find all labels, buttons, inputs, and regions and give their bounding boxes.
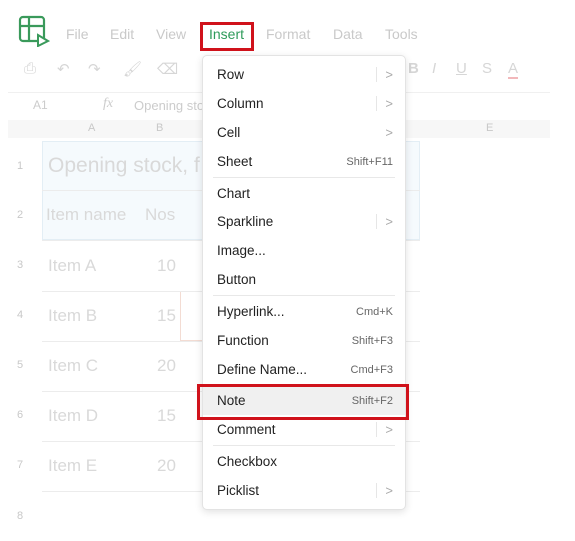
menu-item-label: Cell (217, 125, 241, 140)
menu-item-label: Define Name... (217, 362, 308, 377)
fx-icon: fx (103, 96, 114, 111)
menu-item-label: Picklist (217, 483, 260, 498)
chevron-right-icon: > (376, 483, 393, 498)
menu-item-function[interactable]: Function Shift+F3 (203, 326, 405, 355)
menu-item-label: Checkbox (217, 454, 278, 469)
menu-item-shortcut: Cmd+K (356, 305, 393, 318)
insert-menu: Row > Column > Cell > Sheet Shift+F11 Chart … (202, 55, 406, 510)
redo-icon[interactable]: ↷ (88, 60, 101, 78)
cell-a5[interactable]: Item C (48, 356, 98, 376)
cell-outline (180, 291, 204, 341)
column-header-b[interactable]: B (156, 122, 163, 134)
menu-item-label: Row (217, 67, 245, 82)
menu-item-button[interactable]: Button (203, 265, 405, 294)
menu-item-label: Chart (217, 186, 251, 201)
menu-item-label: Hyperlink... (217, 304, 285, 319)
menu-view[interactable]: View (156, 26, 186, 42)
menu-item-cell[interactable]: Cell > (203, 118, 405, 147)
cell-a4[interactable]: Item B (48, 306, 97, 326)
menu-item-sheet[interactable]: Sheet Shift+F11 (203, 147, 405, 176)
cell-b5[interactable]: 20 (157, 356, 176, 376)
bold-button[interactable]: B (408, 60, 419, 77)
row-number[interactable]: 6 (17, 409, 23, 421)
menu-item-label: Column (217, 96, 264, 111)
chevron-right-icon: > (376, 422, 393, 437)
menu-item-label: Sheet (217, 154, 253, 169)
menu-item-row[interactable]: Row > (203, 60, 405, 89)
cell-b4[interactable]: 15 (157, 306, 176, 326)
cell-reference[interactable]: A1 (33, 98, 48, 112)
clear-format-icon[interactable]: ⌫ (157, 60, 178, 78)
chevron-right-icon: > (376, 96, 393, 111)
cell-a3[interactable]: Item A (48, 256, 96, 276)
menu-separator (213, 295, 395, 296)
cell-a2[interactable]: Item name (46, 205, 126, 225)
menu-item-label: Function (217, 333, 269, 348)
menu-format[interactable]: Format (266, 26, 310, 42)
row-number[interactable]: 2 (17, 209, 23, 221)
font-color-button[interactable]: A (508, 60, 519, 79)
menu-item-sparkline[interactable]: Sparkline > (203, 207, 405, 236)
menu-separator (213, 177, 395, 178)
row-number[interactable]: 5 (17, 359, 23, 371)
menu-item-picklist[interactable]: Picklist > (203, 476, 405, 505)
cell-b7[interactable]: 20 (157, 456, 176, 476)
row-number[interactable]: 7 (17, 459, 23, 471)
menu-item-column[interactable]: Column > (203, 89, 405, 118)
menu-item-shortcut: Shift+F3 (351, 334, 393, 347)
paint-format-icon[interactable]: 🖌 (123, 60, 142, 78)
insert-highlight-box (200, 22, 254, 51)
row-number[interactable]: 4 (17, 309, 23, 321)
row-number[interactable]: 3 (17, 259, 23, 271)
menu-item-label: Image... (217, 243, 266, 258)
menu-item-shortcut: Shift+F11 (346, 155, 393, 168)
menu-edit[interactable]: Edit (110, 26, 134, 42)
note-highlight-box (197, 384, 409, 420)
cell-b6[interactable]: 15 (157, 406, 176, 426)
cell-b2[interactable]: Nos (145, 205, 175, 225)
menu-item-checkbox[interactable]: Checkbox (203, 447, 405, 476)
chevron-right-icon: > (376, 67, 393, 82)
column-header-e[interactable]: E (486, 122, 493, 134)
column-header-a[interactable]: A (88, 122, 95, 134)
underline-button[interactable]: U (456, 60, 467, 77)
chevron-right-icon: > (385, 125, 393, 140)
chevron-right-icon: > (376, 214, 393, 229)
menu-item-chart[interactable]: Chart (203, 179, 405, 208)
row-number[interactable]: 1 (17, 160, 23, 172)
menu-item-label: Sparkline (217, 214, 274, 229)
sheet-logo-icon (18, 15, 51, 48)
menu-data[interactable]: Data (333, 26, 363, 42)
cell-b3[interactable]: 10 (157, 256, 176, 276)
menu-tools[interactable]: Tools (385, 26, 418, 42)
row-number[interactable]: 8 (17, 510, 23, 522)
menu-file[interactable]: File (66, 26, 89, 42)
menu-item-hyperlink[interactable]: Hyperlink... Cmd+K (203, 297, 405, 326)
menu-separator (213, 445, 395, 446)
strikethrough-button[interactable]: S (482, 60, 492, 77)
menu-item-label: Button (217, 272, 257, 287)
undo-icon[interactable]: ↶ (57, 60, 70, 78)
cell-a1[interactable]: Opening stock, f (48, 154, 200, 178)
menu-item-label: Comment (217, 422, 276, 437)
app-logo[interactable] (18, 15, 51, 48)
menu-item-image[interactable]: Image... (203, 236, 405, 265)
menu-item-shortcut: Cmd+F3 (350, 363, 394, 376)
cell-a6[interactable]: Item D (48, 406, 98, 426)
cell-a7[interactable]: Item E (48, 456, 97, 476)
formula-input[interactable]: Opening sto (134, 98, 204, 113)
print-icon[interactable]: ⎙ (24, 60, 36, 77)
menu-item-define-name[interactable]: Define Name... Cmd+F3 (203, 355, 405, 384)
italic-button[interactable]: I (432, 60, 436, 77)
